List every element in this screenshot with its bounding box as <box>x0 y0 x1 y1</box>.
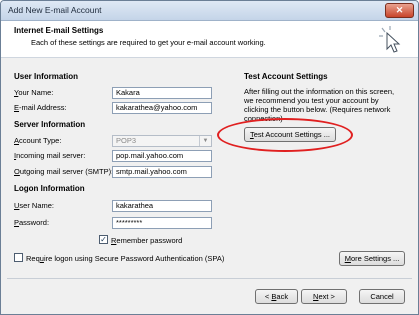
account-type-select[interactable]: POP3 ▼ <box>112 135 212 147</box>
form-content: User Information Your Name: Kakara E-mai… <box>1 58 418 276</box>
page-header: Internet E-mail Settings Each of these s… <box>1 21 418 58</box>
test-account-heading: Test Account Settings <box>244 72 328 81</box>
password-field[interactable]: ********* <box>112 217 212 229</box>
cursor-pointer-icon <box>379 26 401 53</box>
outgoing-server-label: Outgoing mail server (SMTP): <box>14 167 114 176</box>
chevron-down-icon: ▼ <box>199 136 211 146</box>
your-name-field[interactable]: Kakara <box>112 87 212 99</box>
spa-checkbox[interactable] <box>14 253 23 262</box>
next-button[interactable]: Next > <box>301 289 347 304</box>
more-settings-button[interactable]: More Settings ... <box>339 251 405 266</box>
cancel-button[interactable]: Cancel <box>359 289 405 304</box>
page-subheading: Each of these settings are required to g… <box>31 38 266 47</box>
remember-password-label: Remember password <box>111 236 183 245</box>
user-name-label: User Name: <box>14 201 55 210</box>
back-button[interactable]: < Back <box>255 289 298 304</box>
highlight-annotation <box>217 118 353 152</box>
logon-information-heading: Logon Information <box>14 184 85 193</box>
incoming-server-field[interactable]: pop.mail.yahoo.com <box>112 150 212 162</box>
email-address-label: E-mail Address: <box>14 103 67 112</box>
user-name-field[interactable]: kakarathea <box>112 200 212 212</box>
password-label: Password: <box>14 218 50 227</box>
outgoing-server-field[interactable]: smtp.mail.yahoo.com <box>112 166 212 178</box>
close-button[interactable]: ✕ <box>385 3 414 18</box>
your-name-label: Your Name: <box>14 88 54 97</box>
email-address-field[interactable]: kakarathea@yahoo.com <box>112 102 212 114</box>
server-information-heading: Server Information <box>14 120 86 129</box>
remember-password-checkbox[interactable]: ✓ <box>99 235 108 244</box>
page-heading: Internet E-mail Settings <box>14 26 104 35</box>
add-email-account-dialog: Add New E-mail Account ✕ Internet E-mail… <box>0 0 419 315</box>
title-bar: Add New E-mail Account ✕ <box>1 1 418 21</box>
account-type-label: Account Type: <box>14 136 62 145</box>
footer-divider <box>7 278 412 279</box>
close-icon: ✕ <box>395 5 404 15</box>
spa-label: Require logon using Secure Password Auth… <box>26 254 225 263</box>
user-information-heading: User Information <box>14 72 79 81</box>
account-type-value: POP3 <box>116 136 137 145</box>
window-title: Add New E-mail Account <box>8 5 102 15</box>
incoming-server-label: Incoming mail server: <box>14 151 86 160</box>
